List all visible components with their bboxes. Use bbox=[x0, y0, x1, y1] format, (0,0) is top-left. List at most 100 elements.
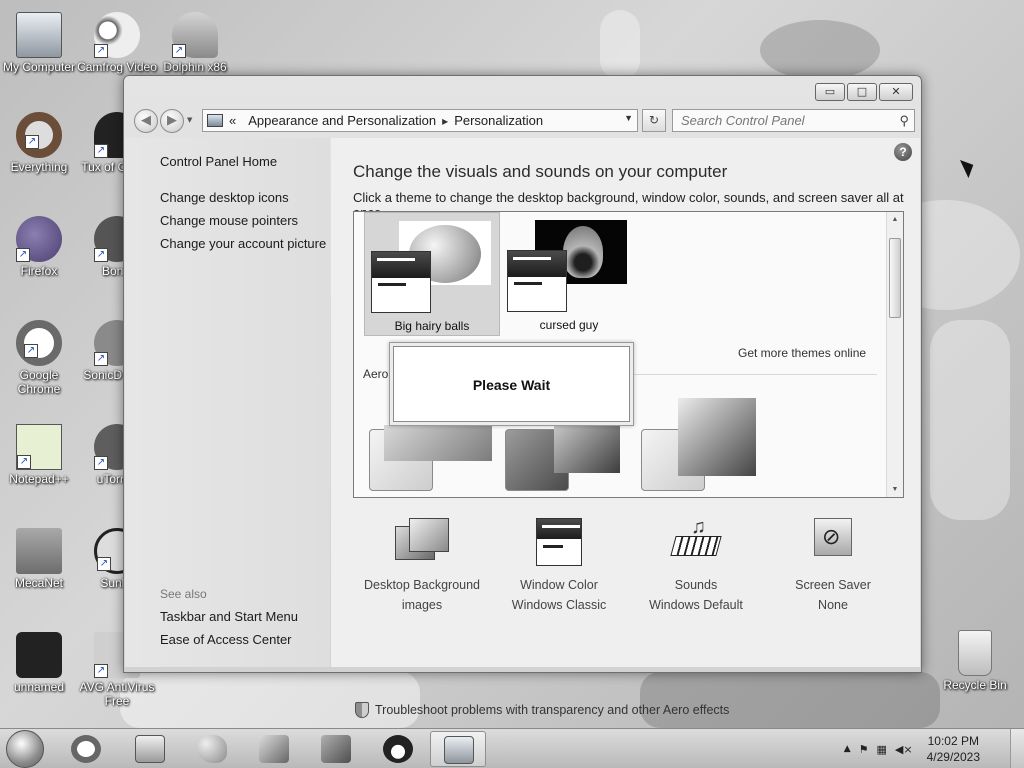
help-icon[interactable]: ? bbox=[894, 143, 912, 161]
theme-group-label: Aero bbox=[363, 367, 389, 381]
taskbar-app-scanner[interactable] bbox=[122, 731, 178, 767]
aero-theme-thumbnail bbox=[678, 398, 756, 476]
setting-value: None bbox=[818, 598, 848, 612]
personalization-window: ▭ □ ✕ ◀ ▶ ▼ « Appearance and Personaliza… bbox=[123, 75, 922, 718]
window-color-setting[interactable]: Window Color Windows Classic bbox=[490, 516, 628, 612]
desktop-icon-everything[interactable]: ↗ Everything bbox=[0, 112, 81, 174]
desktop-icon-firefox[interactable]: ↗ Firefox bbox=[0, 216, 81, 278]
desktop-icon-label: AVG AntiVirus Free bbox=[79, 680, 155, 708]
sidebar-link-control-panel-home[interactable]: Control Panel Home bbox=[160, 154, 277, 169]
shortcut-arrow-icon: ↗ bbox=[17, 455, 31, 469]
see-also-heading: See also bbox=[160, 587, 207, 601]
desktop-icon-camfrog[interactable]: ↗ Camfrog Video bbox=[75, 12, 159, 74]
theme-window-preview bbox=[371, 251, 431, 313]
desktop-icon-recycle-bin[interactable]: Recycle Bin bbox=[933, 630, 1017, 692]
taskbar-app-tux[interactable] bbox=[370, 731, 426, 767]
sounds-icon: ♫ bbox=[665, 516, 727, 572]
fidget-spinner-icon bbox=[16, 632, 62, 678]
taskbar-app-control-panel[interactable] bbox=[430, 731, 486, 767]
sidebar-link-change-account-picture[interactable]: Change your account picture bbox=[160, 236, 326, 251]
desktop-icon-my-computer[interactable]: My Computer bbox=[0, 12, 81, 74]
sidebar-link-change-mouse-pointers[interactable]: Change mouse pointers bbox=[160, 213, 298, 228]
theme-name: cursed guy bbox=[539, 318, 599, 332]
dolphin-icon: ↗ bbox=[172, 12, 218, 58]
theme-name: Big hairy balls bbox=[394, 319, 470, 333]
clock-time: 10:02 PM bbox=[927, 734, 979, 748]
theme-list-scrollbar[interactable]: ▲ ▼ bbox=[886, 212, 903, 497]
breadcrumb-separator-icon[interactable]: ▸ bbox=[442, 114, 448, 128]
scrollbar-thumb[interactable] bbox=[889, 238, 901, 318]
system-tray: ▲ ⚑ ▦ ◀× 10:02 PM 4/29/2023 bbox=[844, 729, 980, 768]
search-input[interactable]: Search Control Panel ⚲ bbox=[672, 109, 915, 132]
taskbar-app-paint[interactable] bbox=[184, 731, 240, 767]
search-icon[interactable]: ⚲ bbox=[899, 113, 909, 129]
window-controls: ▭ □ ✕ bbox=[815, 83, 913, 101]
desktop-icon-label: Everything bbox=[10, 160, 68, 174]
taskbar-app-photo[interactable] bbox=[308, 731, 364, 767]
shortcut-arrow-icon: ↗ bbox=[24, 344, 38, 358]
sounds-setting[interactable]: ♫ Sounds Windows Default bbox=[627, 516, 765, 612]
search-placeholder: Search Control Panel bbox=[681, 113, 805, 128]
start-button[interactable] bbox=[6, 730, 44, 768]
action-center-flag-icon[interactable]: ⚑ bbox=[859, 743, 869, 756]
camfrog-icon: ↗ bbox=[94, 12, 140, 58]
breadcrumb-appearance[interactable]: Appearance and Personalization bbox=[248, 113, 436, 128]
breadcrumb-personalization[interactable]: Personalization bbox=[454, 113, 543, 128]
main-content: ? Change the visuals and sounds on your … bbox=[331, 138, 920, 718]
forward-button[interactable]: ▶ bbox=[160, 109, 184, 133]
address-bar[interactable]: « Appearance and Personalization ▸ Perso… bbox=[202, 109, 638, 132]
please-wait-message: Please Wait bbox=[393, 346, 630, 422]
setting-title: Sounds bbox=[674, 578, 718, 592]
screen-saver-icon: ⊘ bbox=[802, 516, 864, 572]
theme-item[interactable]: Big hairy balls bbox=[364, 212, 500, 336]
desktop-icon-label: Dolphin x86 bbox=[163, 60, 227, 74]
sidebar-link-taskbar-start-menu[interactable]: Taskbar and Start Menu bbox=[160, 609, 298, 624]
chrome-icon: ↗ bbox=[16, 320, 62, 366]
clock[interactable]: 10:02 PM 4/29/2023 bbox=[927, 733, 980, 765]
maximize-button[interactable]: □ bbox=[847, 83, 877, 101]
sidebar-link-change-desktop-icons[interactable]: Change desktop icons bbox=[160, 190, 289, 205]
taskbar-app-chrome[interactable] bbox=[58, 731, 114, 767]
desktop-icon-google-chrome[interactable]: ↗ Google Chrome bbox=[0, 320, 81, 396]
scroll-down-icon[interactable]: ▼ bbox=[887, 486, 903, 493]
shortcut-arrow-icon: ↗ bbox=[94, 352, 108, 366]
close-button[interactable]: ✕ bbox=[879, 83, 913, 101]
taskbar-app-tools[interactable] bbox=[246, 731, 302, 767]
shortcut-arrow-icon: ↗ bbox=[94, 456, 108, 470]
desktop-icon-mecanet[interactable]: MecaNet bbox=[0, 528, 81, 590]
desktop-background-setting[interactable]: Desktop Background images bbox=[353, 516, 491, 612]
screen-saver-setting[interactable]: ⊘ Screen Saver None bbox=[764, 516, 902, 612]
paint-palette-icon bbox=[197, 735, 227, 763]
breadcrumb-overflow[interactable]: « bbox=[229, 113, 236, 128]
desktop-icon-unnamed[interactable]: unnamed bbox=[0, 632, 81, 694]
back-button[interactable]: ◀ bbox=[134, 109, 158, 133]
address-dropdown-icon[interactable]: ▼ bbox=[624, 113, 633, 123]
get-more-themes-link[interactable]: Get more themes online bbox=[738, 346, 866, 360]
network-icon[interactable]: ▦ bbox=[877, 743, 887, 756]
minimize-button[interactable]: ▭ bbox=[815, 83, 845, 101]
desktop-icon-label: Firefox bbox=[20, 264, 58, 278]
recycle-bin-icon bbox=[958, 630, 992, 676]
control-panel-icon bbox=[207, 114, 223, 127]
scroll-up-icon[interactable]: ▲ bbox=[887, 216, 903, 223]
show-hidden-icons-icon[interactable]: ▲ bbox=[844, 744, 851, 754]
setting-title: Screen Saver bbox=[795, 578, 871, 592]
wallpaper-decoration bbox=[930, 320, 1010, 520]
desktop-icon-notepad[interactable]: ↗ Notepad++ bbox=[0, 424, 81, 486]
volume-muted-icon[interactable]: ◀× bbox=[895, 743, 913, 756]
recent-pages-dropdown[interactable]: ▼ bbox=[187, 116, 192, 124]
sidebar-link-ease-of-access[interactable]: Ease of Access Center bbox=[160, 632, 292, 647]
show-desktop-button[interactable] bbox=[1010, 729, 1024, 768]
theme-item[interactable]: cursed guy bbox=[501, 212, 637, 336]
desktop-icon-label: Notepad++ bbox=[9, 472, 69, 486]
desktop-icon-label: MecaNet bbox=[14, 576, 64, 590]
setting-title: Desktop Background bbox=[363, 578, 481, 592]
wallpaper-decoration bbox=[640, 672, 940, 728]
refresh-icon: ↻ bbox=[648, 113, 660, 127]
desktop-icon-dolphin[interactable]: ↗ Dolphin x86 bbox=[153, 12, 237, 74]
scanner-icon bbox=[135, 735, 165, 763]
desktop-icon-label: Camfrog Video bbox=[77, 60, 157, 74]
troubleshoot-link[interactable]: Troubleshoot problems with transparency … bbox=[355, 702, 729, 718]
aero-theme-thumbnail bbox=[384, 425, 492, 461]
refresh-button[interactable]: ↻ bbox=[642, 109, 666, 132]
